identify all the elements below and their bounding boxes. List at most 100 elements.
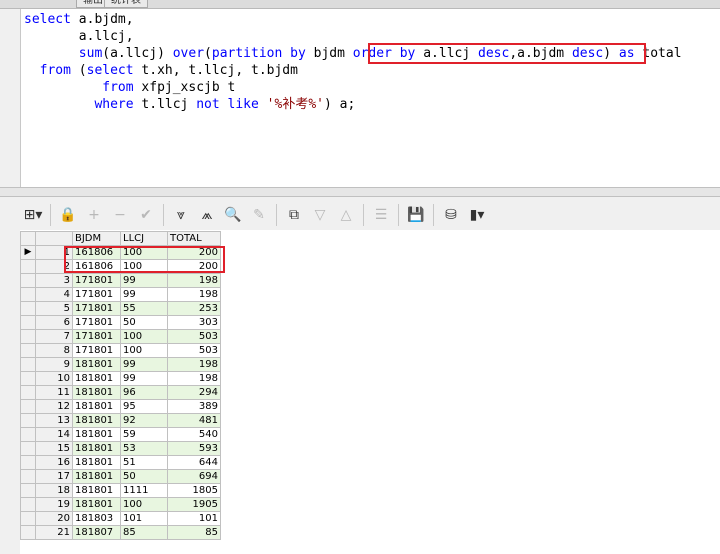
row-number: 10	[35, 371, 73, 386]
table-row[interactable]: 9 181801 99 198	[20, 357, 221, 372]
cell-bjdm[interactable]: 171801	[72, 329, 121, 344]
table-row[interactable]: 20 181803 101 101	[20, 511, 221, 526]
previous-record-icon[interactable]: △	[334, 203, 358, 227]
cell-llcj[interactable]: 50	[120, 469, 168, 484]
cell-llcj[interactable]: 99	[120, 287, 168, 302]
cell-bjdm[interactable]: 181801	[72, 469, 121, 484]
single-record-view-icon[interactable]: ☰	[369, 203, 393, 227]
cell-llcj[interactable]: 100	[120, 329, 168, 344]
cell-total[interactable]: 198	[167, 371, 221, 386]
post-changes-icon[interactable]: ✔	[134, 203, 158, 227]
cell-total[interactable]: 85	[167, 525, 221, 540]
cell-llcj[interactable]: 100	[120, 343, 168, 358]
cell-llcj[interactable]: 96	[120, 385, 168, 400]
cell-llcj[interactable]: 100	[120, 497, 168, 512]
cell-total[interactable]: 644	[167, 455, 221, 470]
grid-menu-icon[interactable]: ⊞▾	[21, 203, 45, 227]
cell-bjdm[interactable]: 171801	[72, 287, 121, 302]
sql-editor[interactable]: select a.bjdm, a.llcj, sum(a.llcj) over(…	[20, 9, 720, 187]
table-row[interactable]: 11 181801 96 294	[20, 385, 221, 400]
column-header-llcj[interactable]: LLCJ	[120, 231, 168, 246]
clear-icon[interactable]: ✎	[247, 203, 271, 227]
cell-bjdm[interactable]: 171801	[72, 343, 121, 358]
delete-row-icon[interactable]: −	[108, 203, 132, 227]
table-row[interactable]: 17 181801 50 694	[20, 469, 221, 484]
table-row[interactable]: 21 181807 85 85	[20, 525, 221, 540]
row-number: 3	[35, 273, 73, 288]
cell-total[interactable]: 481	[167, 413, 221, 428]
column-header-bjdm[interactable]: BJDM	[72, 231, 121, 246]
cell-total[interactable]: 389	[167, 399, 221, 414]
export-icon[interactable]: ⛁	[439, 203, 463, 227]
cell-llcj[interactable]: 50	[120, 315, 168, 330]
table-row[interactable]: 16 181801 51 644	[20, 455, 221, 470]
cell-total[interactable]: 540	[167, 427, 221, 442]
cell-bjdm[interactable]: 181803	[72, 511, 121, 526]
cell-bjdm[interactable]: 181801	[72, 357, 121, 372]
table-row[interactable]: 4 171801 99 198	[20, 287, 221, 302]
cell-total[interactable]: 593	[167, 441, 221, 456]
cell-bjdm[interactable]: 181801	[72, 455, 121, 470]
cell-bjdm[interactable]: 181801	[72, 413, 121, 428]
table-row[interactable]: 5 171801 55 253	[20, 301, 221, 316]
cell-total[interactable]: 503	[167, 343, 221, 358]
cell-bjdm[interactable]: 181801	[72, 385, 121, 400]
cell-total[interactable]: 198	[167, 357, 221, 372]
cell-total[interactable]: 198	[167, 287, 221, 302]
save-icon[interactable]: 💾	[404, 203, 428, 227]
lock-icon[interactable]: 🔒	[56, 203, 80, 227]
cell-total[interactable]: 503	[167, 329, 221, 344]
chart-icon[interactable]: ▮▾	[465, 203, 489, 227]
cell-total[interactable]: 694	[167, 469, 221, 484]
cell-total[interactable]: 198	[167, 273, 221, 288]
fetch-all-icon[interactable]: ⩕	[195, 203, 219, 227]
cell-llcj[interactable]: 99	[120, 371, 168, 386]
editor-grid-splitter[interactable]	[0, 187, 720, 197]
cell-llcj[interactable]: 101	[120, 511, 168, 526]
cell-llcj[interactable]: 99	[120, 273, 168, 288]
column-header-total[interactable]: TOTAL	[167, 231, 221, 246]
table-row[interactable]: 8 171801 100 503	[20, 343, 221, 358]
cell-llcj[interactable]: 53	[120, 441, 168, 456]
table-row[interactable]: 7 171801 100 503	[20, 329, 221, 344]
cell-total[interactable]: 101	[167, 511, 221, 526]
cell-bjdm[interactable]: 181801	[72, 371, 121, 386]
table-row[interactable]: 3 171801 99 198	[20, 273, 221, 288]
table-row[interactable]: 15 181801 53 593	[20, 441, 221, 456]
table-row[interactable]: 13 181801 92 481	[20, 413, 221, 428]
cell-bjdm[interactable]: 181801	[72, 441, 121, 456]
cell-bjdm[interactable]: 181801	[72, 483, 121, 498]
table-row[interactable]: 14 181801 59 540	[20, 427, 221, 442]
table-row[interactable]: 19 181801 100 1905	[20, 497, 221, 512]
query-by-example-icon[interactable]: ⧉	[282, 203, 306, 227]
add-row-icon[interactable]: +	[82, 203, 106, 227]
table-row[interactable]: 10 181801 99 198	[20, 371, 221, 386]
find-icon[interactable]: 🔍	[221, 203, 245, 227]
fetch-next-icon[interactable]: ⩔	[169, 203, 193, 227]
cell-total[interactable]: 1905	[167, 497, 221, 512]
cell-llcj[interactable]: 55	[120, 301, 168, 316]
cell-llcj[interactable]: 1111	[120, 483, 168, 498]
cell-total[interactable]: 294	[167, 385, 221, 400]
cell-bjdm[interactable]: 171801	[72, 273, 121, 288]
cell-llcj[interactable]: 85	[120, 525, 168, 540]
next-record-icon[interactable]: ▽	[308, 203, 332, 227]
cell-bjdm[interactable]: 181807	[72, 525, 121, 540]
tab-statistics[interactable]: 统计表	[104, 0, 148, 8]
cell-total[interactable]: 1805	[167, 483, 221, 498]
table-row[interactable]: 6 171801 50 303	[20, 315, 221, 330]
cell-total[interactable]: 253	[167, 301, 221, 316]
cell-llcj[interactable]: 95	[120, 399, 168, 414]
cell-bjdm[interactable]: 181801	[72, 497, 121, 512]
table-row[interactable]: 12 181801 95 389	[20, 399, 221, 414]
cell-total[interactable]: 303	[167, 315, 221, 330]
cell-bjdm[interactable]: 171801	[72, 315, 121, 330]
cell-llcj[interactable]: 59	[120, 427, 168, 442]
table-row[interactable]: 18 181801 1111 1805	[20, 483, 221, 498]
cell-bjdm[interactable]: 181801	[72, 427, 121, 442]
cell-bjdm[interactable]: 171801	[72, 301, 121, 316]
cell-llcj[interactable]: 99	[120, 357, 168, 372]
cell-bjdm[interactable]: 181801	[72, 399, 121, 414]
cell-llcj[interactable]: 51	[120, 455, 168, 470]
cell-llcj[interactable]: 92	[120, 413, 168, 428]
